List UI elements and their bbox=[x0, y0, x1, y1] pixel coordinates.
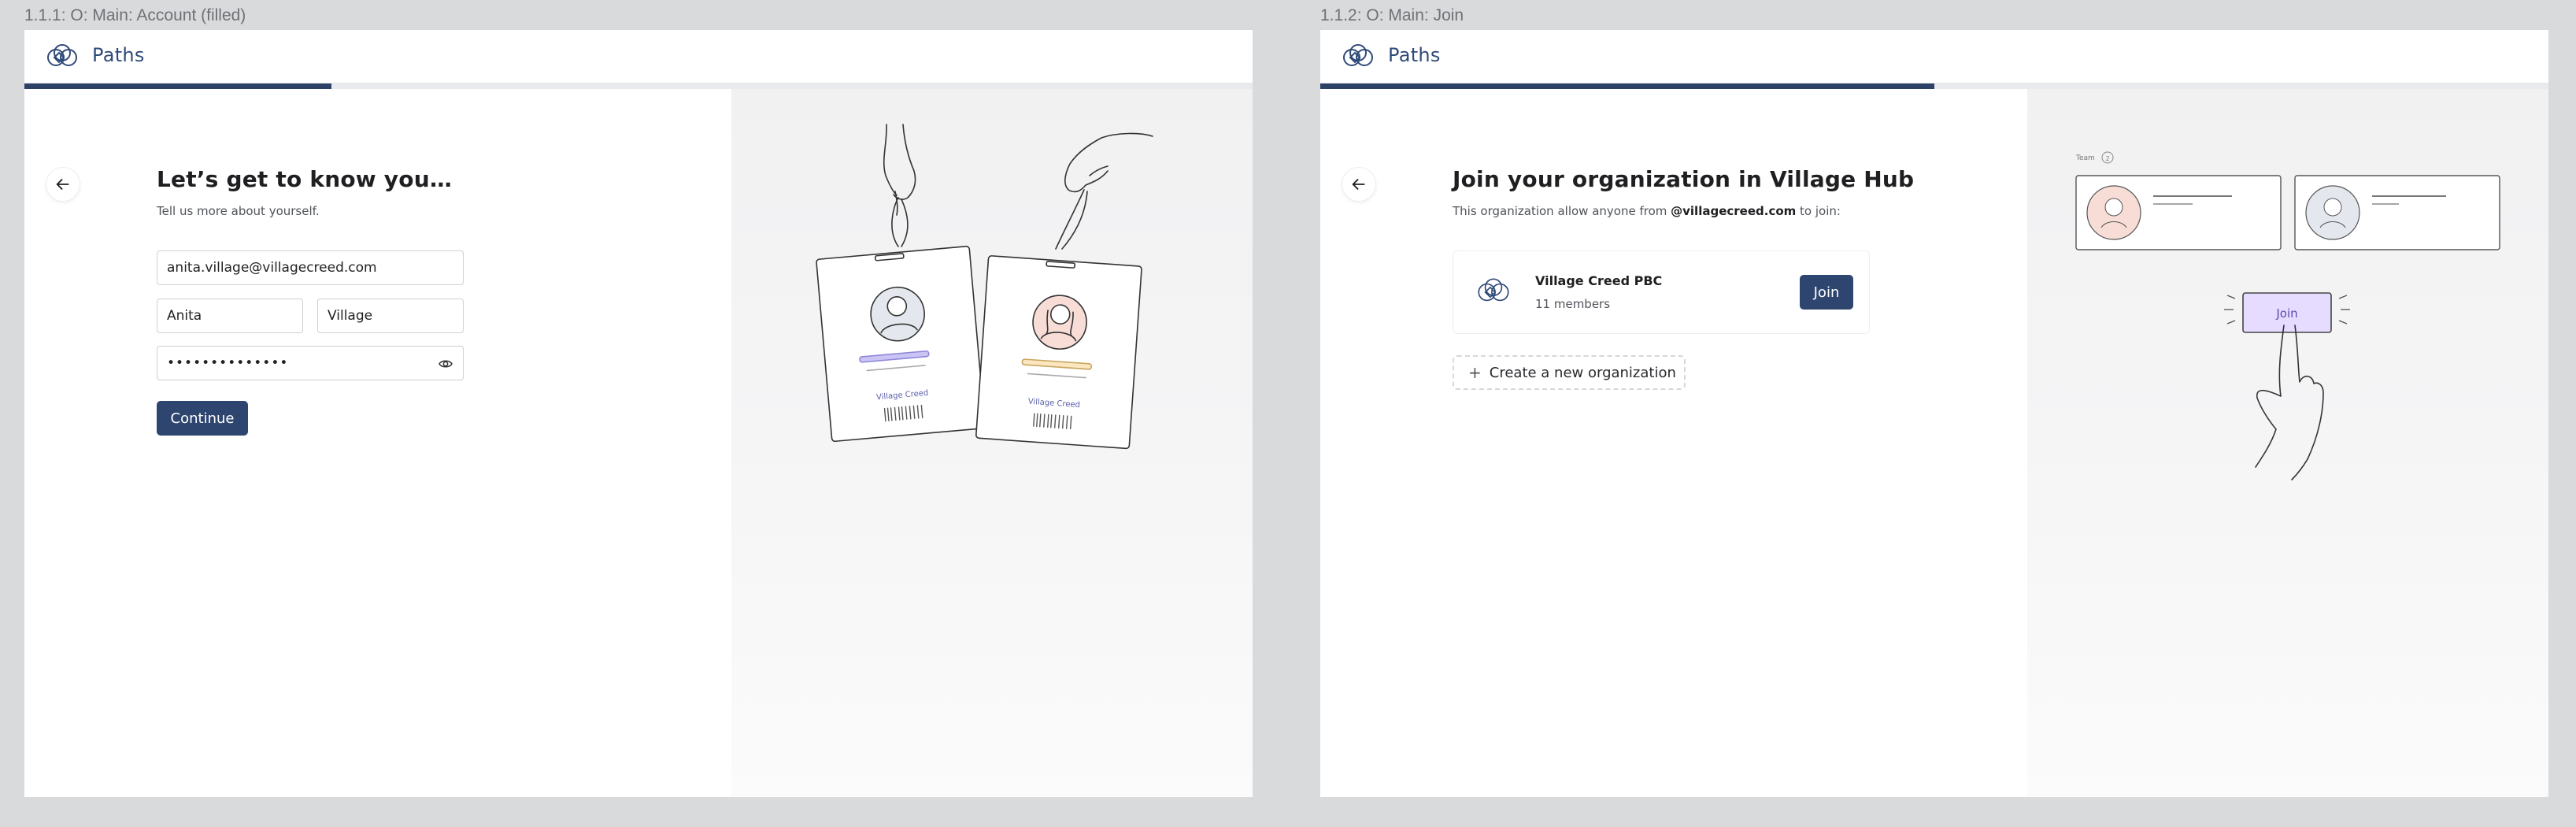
back-button[interactable] bbox=[1342, 167, 1376, 202]
org-card: Village Creed PBC 11 members Join bbox=[1453, 250, 1870, 334]
last-name-field[interactable]: Village bbox=[317, 299, 464, 333]
subtitle-prefix: This organization allow anyone from bbox=[1453, 204, 1671, 218]
page-subtitle: This organization allow anyone from @vil… bbox=[1453, 204, 1841, 218]
email-field[interactable]: anita.village@villagecreed.com bbox=[157, 250, 464, 285]
arrow-left-icon bbox=[56, 178, 69, 191]
progress-fill bbox=[1320, 83, 1934, 89]
team-label: Team bbox=[2075, 154, 2095, 162]
frame-label: 1.1.2: O: Main: Join bbox=[1320, 6, 1464, 24]
id-badges-illustration: Village Creed Village Creed bbox=[816, 124, 1153, 450]
main-content: Join your organization in Village Hub Th… bbox=[1320, 89, 2548, 797]
org-name: Village Creed PBC bbox=[1535, 273, 1663, 288]
eye-icon[interactable] bbox=[438, 356, 453, 372]
subtitle-suffix: to join: bbox=[1796, 204, 1841, 218]
progress-bar bbox=[1320, 83, 2548, 89]
create-organization-label: Create a new organization bbox=[1489, 364, 1676, 381]
join-button[interactable]: Join bbox=[1800, 275, 1853, 310]
continue-button[interactable]: Continue bbox=[157, 401, 248, 436]
org-member-count: 11 members bbox=[1535, 297, 1611, 311]
join-screen: Paths Join your organization in Village … bbox=[1320, 30, 2548, 797]
page-subtitle: Tell us more about yourself. bbox=[157, 204, 320, 218]
password-value: •••••••••••••• bbox=[167, 355, 289, 371]
password-field[interactable]: •••••••••••••• bbox=[157, 346, 464, 380]
top-bar: Paths bbox=[24, 30, 1253, 83]
triple-hex-logo-icon[interactable] bbox=[43, 43, 81, 72]
team-count: 2 bbox=[2105, 155, 2109, 162]
brand-name[interactable]: Paths bbox=[92, 44, 145, 66]
progress-bar bbox=[24, 83, 1253, 89]
arrow-left-icon bbox=[1352, 178, 1365, 191]
org-logo-icon bbox=[1478, 278, 1509, 302]
frame-label: 1.1.1: O: Main: Account (filled) bbox=[24, 6, 246, 24]
plus-icon: + bbox=[1468, 363, 1482, 382]
progress-fill bbox=[24, 83, 331, 89]
page-title: Join your organization in Village Hub bbox=[1453, 166, 1915, 192]
illustration-join-button: Join bbox=[2275, 306, 2297, 321]
first-name-field[interactable]: Anita bbox=[157, 299, 303, 333]
account-screen: Paths Let’s get to know you… Tell us mor… bbox=[24, 30, 1253, 797]
create-organization-button[interactable]: + Create a new organization bbox=[1453, 355, 1686, 390]
subtitle-domain: @villagecreed.com bbox=[1671, 204, 1797, 218]
back-button[interactable] bbox=[46, 167, 80, 202]
illustration-panel: Village Creed Village Creed bbox=[731, 89, 1253, 797]
triple-hex-logo-icon[interactable] bbox=[1339, 43, 1377, 72]
team-join-illustration: Team 2 Join bbox=[2075, 151, 2500, 480]
top-bar: Paths bbox=[1320, 30, 2548, 83]
page-title: Let’s get to know you… bbox=[157, 166, 453, 192]
illustration-panel: Team 2 Join bbox=[2027, 89, 2548, 797]
main-content: Let’s get to know you… Tell us more abou… bbox=[24, 89, 1253, 797]
brand-name[interactable]: Paths bbox=[1388, 44, 1441, 66]
